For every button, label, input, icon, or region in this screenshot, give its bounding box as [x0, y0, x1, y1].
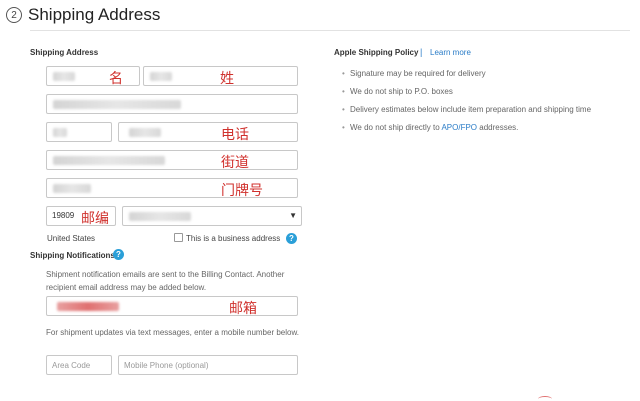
- redacted-value: [53, 156, 165, 165]
- policy-item: • We do not ship directly to APO/FPO addr…: [342, 123, 519, 132]
- corner-annotation-mark: [538, 396, 552, 401]
- shipping-address-label: Shipping Address: [30, 48, 99, 57]
- chevron-down-icon: ▼: [289, 211, 297, 220]
- bullet-icon: •: [342, 123, 345, 132]
- house-number-annotation: 门牌号: [221, 183, 263, 199]
- shipping-notifications-label: Shipping Notifications: [30, 251, 115, 260]
- mobile-phone-input[interactable]: Mobile Phone (optional): [118, 355, 298, 375]
- redacted-value: [129, 212, 191, 221]
- redacted-value: [53, 128, 67, 137]
- redacted-value: [53, 100, 181, 109]
- redacted-value: [53, 184, 91, 193]
- redacted-value: [150, 72, 172, 81]
- phone-input[interactable]: 电话: [118, 122, 298, 143]
- policy-separator: |: [420, 47, 423, 57]
- phone-annotation: 电话: [221, 127, 249, 143]
- page-title: Shipping Address: [28, 5, 161, 24]
- redacted-value: [129, 128, 161, 137]
- step-header: 2 Shipping Address: [6, 2, 160, 28]
- last-name-annotation: 姓: [220, 71, 234, 87]
- first-name-annotation: 名: [109, 71, 123, 87]
- notifications-help-icon[interactable]: ?: [113, 249, 124, 260]
- last-name-input[interactable]: 姓: [143, 66, 298, 87]
- notification-email-input[interactable]: 邮箱: [46, 296, 298, 317]
- postal-code-annotation: 邮编: [81, 211, 109, 227]
- phone-area-code-input[interactable]: [46, 122, 112, 142]
- help-icon[interactable]: ?: [286, 233, 297, 244]
- house-number-input[interactable]: 门牌号: [46, 178, 298, 199]
- shipping-policy-title: Apple Shipping Policy: [334, 48, 419, 57]
- sms-area-code-input[interactable]: Area Code: [46, 355, 112, 375]
- sms-note: For shipment updates via text messages, …: [46, 328, 300, 337]
- policy-item: • Signature may be required for delivery: [342, 69, 486, 78]
- header-divider: [30, 30, 630, 31]
- email-annotation: 邮箱: [229, 301, 257, 317]
- business-address-label: This is a business address: [186, 234, 281, 243]
- street-input[interactable]: 街道: [46, 150, 298, 171]
- step-number-badge: 2: [6, 7, 22, 23]
- bullet-icon: •: [342, 87, 345, 96]
- bullet-icon: •: [342, 69, 345, 78]
- policy-item: • We do not ship to P.O. boxes: [342, 87, 453, 96]
- mobile-phone-placeholder: Mobile Phone (optional): [124, 361, 209, 370]
- first-name-input[interactable]: 名: [46, 66, 140, 87]
- business-address-checkbox[interactable]: [174, 233, 183, 242]
- learn-more-link[interactable]: Learn more: [430, 48, 471, 57]
- postal-code-input[interactable]: 19809 邮编: [46, 206, 116, 227]
- postal-code-value: 19809: [52, 211, 75, 220]
- email-note: Shipment notification emails are sent to…: [46, 270, 285, 292]
- redacted-value: [53, 72, 75, 81]
- street-annotation: 街道: [221, 155, 249, 171]
- policy-item: • Delivery estimates below include item p…: [342, 105, 592, 114]
- company-input[interactable]: [46, 94, 298, 114]
- apo-fpo-link[interactable]: APO/FPO: [441, 123, 477, 132]
- country-text: United States: [47, 234, 96, 243]
- bullet-icon: •: [342, 105, 345, 114]
- redacted-value: [57, 302, 119, 311]
- area-code-placeholder: Area Code: [52, 361, 91, 370]
- state-select[interactable]: ▼: [122, 206, 302, 226]
